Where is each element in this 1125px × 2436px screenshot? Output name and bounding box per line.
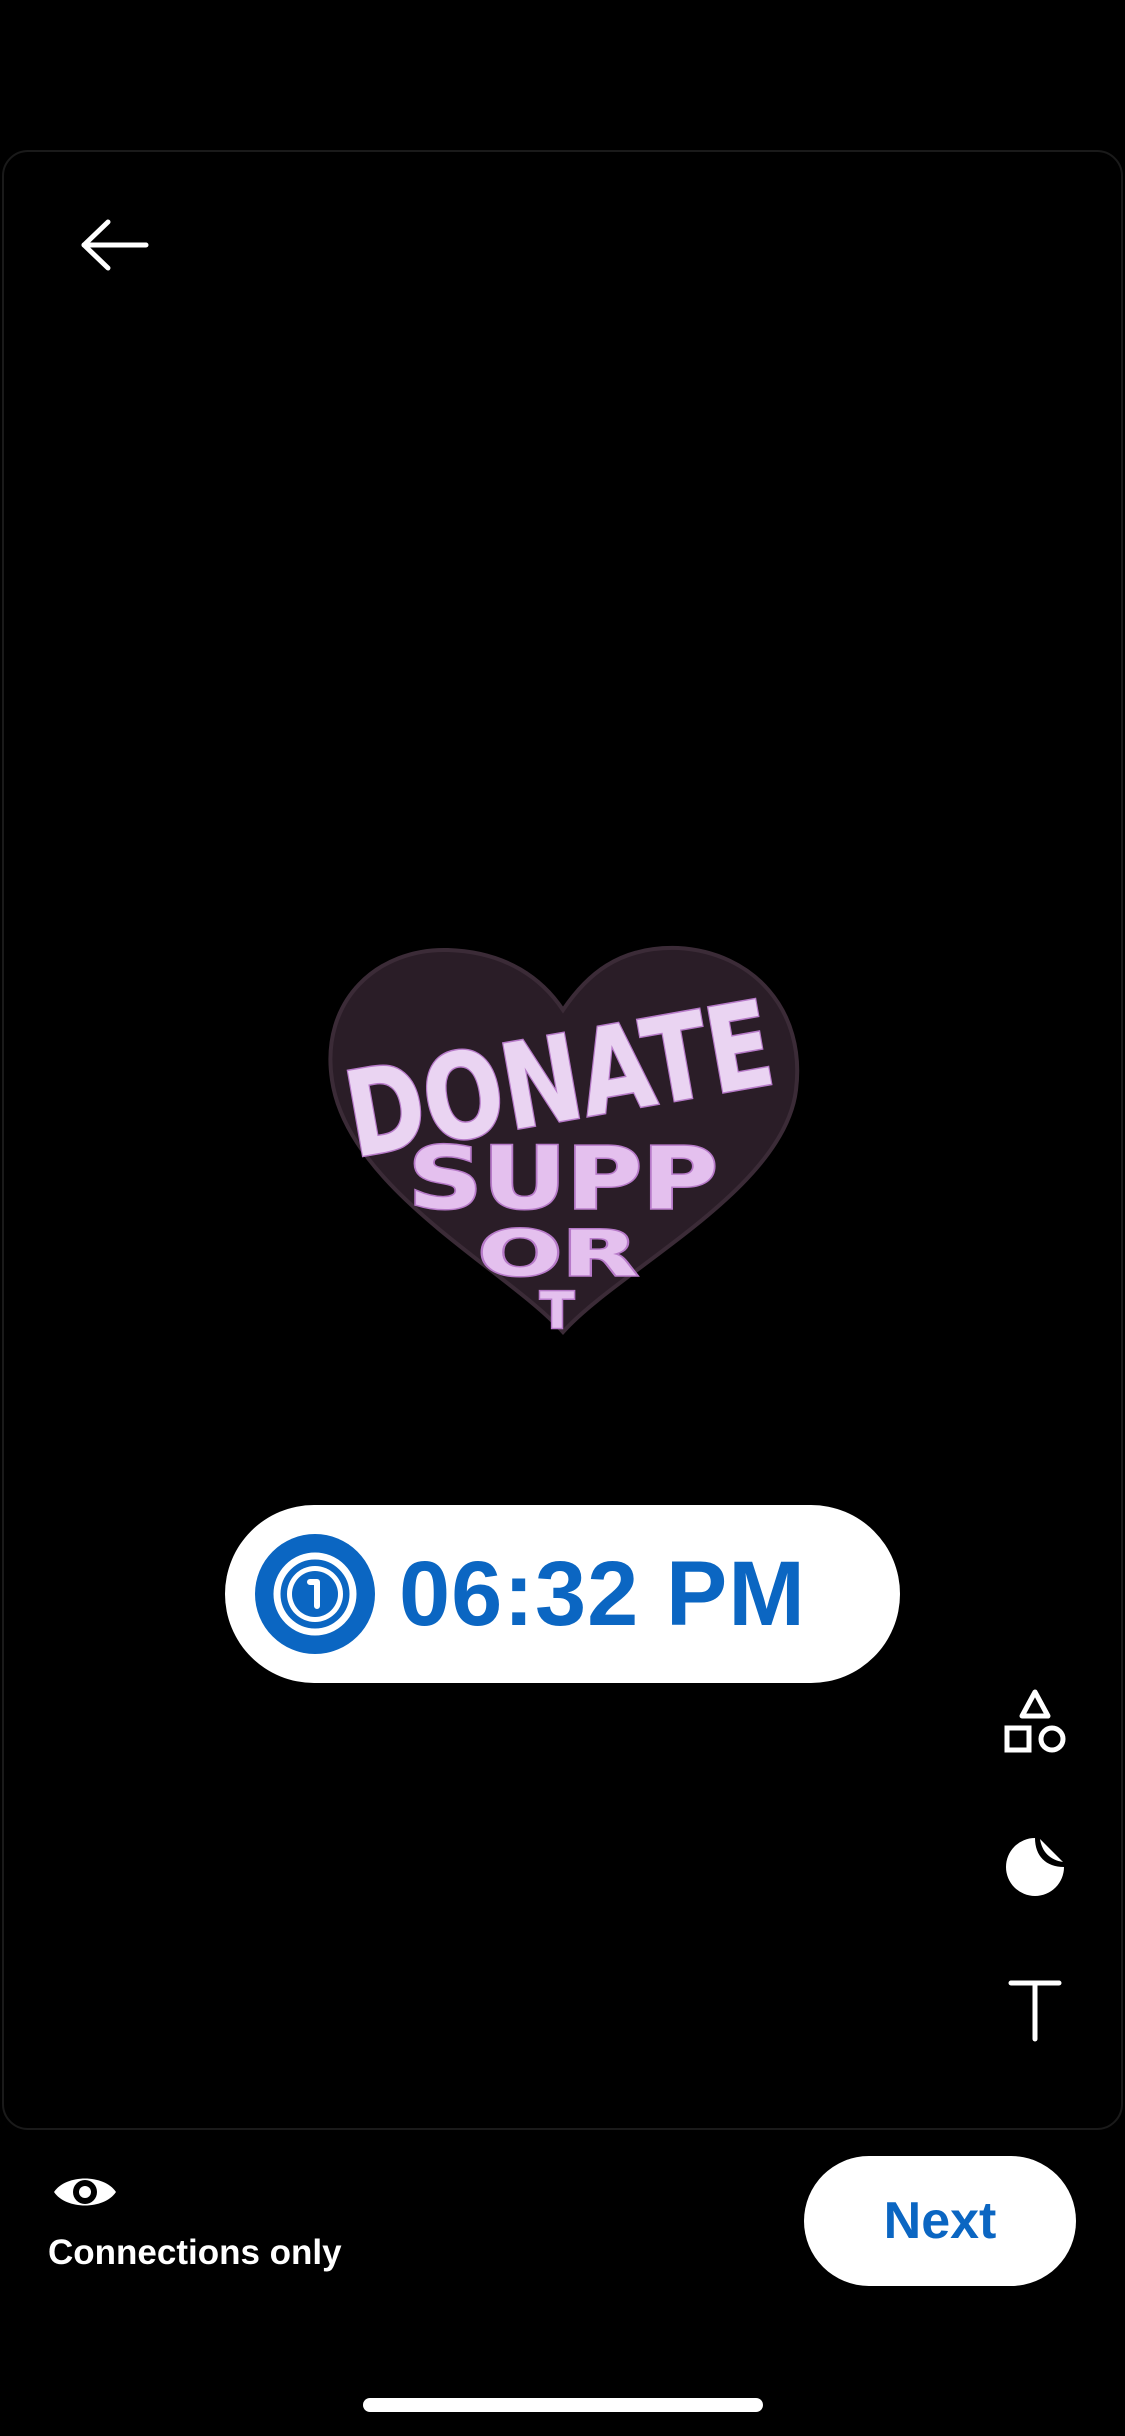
clock-icon <box>255 1534 375 1654</box>
arrow-left-icon <box>81 219 149 271</box>
sticker-line-4: T <box>540 1282 574 1340</box>
home-indicator[interactable] <box>363 2398 763 2412</box>
text-tool-button[interactable] <box>995 1970 1075 2050</box>
time-value: 06:32 PM <box>399 1542 806 1645</box>
time-sticker[interactable]: 06:32 PM <box>225 1505 900 1683</box>
text-icon <box>1008 1980 1062 2042</box>
visibility-label: Connections only <box>48 2233 342 2272</box>
sticker-line-2: SUPP <box>408 1129 718 1229</box>
shapes-tool-button[interactable] <box>995 1683 1075 1763</box>
sticker-icon <box>1006 1838 1064 1896</box>
story-editor-screen: DONATE SUPP OR T 06:32 PM Connections on… <box>0 0 1125 2436</box>
sticker-tool-button[interactable] <box>995 1827 1075 1907</box>
visibility-selector[interactable]: Connections only <box>48 2162 342 2273</box>
donate-support-heart-sticker[interactable]: DONATE SUPP OR T <box>318 940 808 1342</box>
back-button[interactable] <box>70 205 160 285</box>
next-button[interactable]: Next <box>804 2156 1076 2286</box>
sticker-line-3: OR <box>478 1217 638 1290</box>
eye-icon <box>54 2178 116 2206</box>
shapes-icon <box>1004 1689 1066 1753</box>
